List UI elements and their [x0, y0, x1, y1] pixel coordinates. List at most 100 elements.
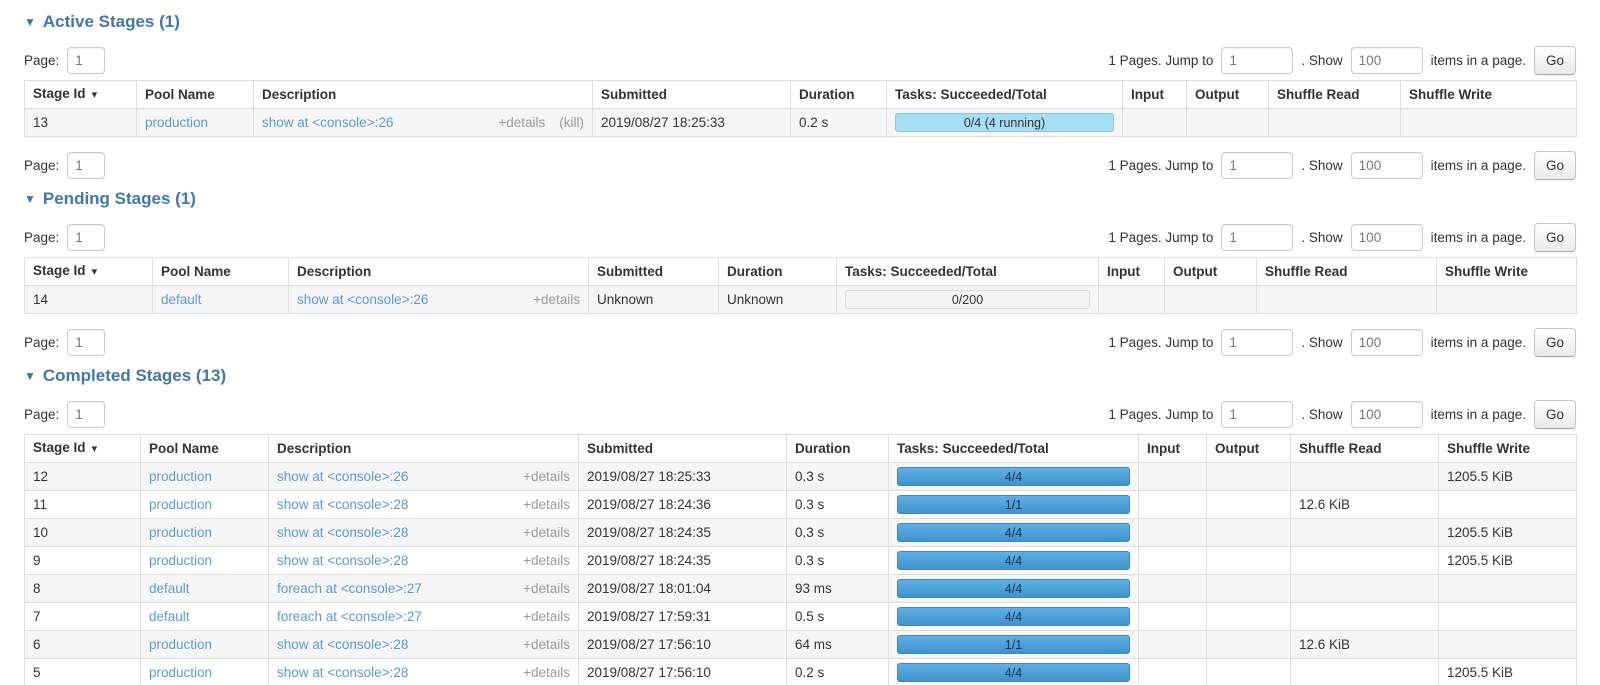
page-size-input[interactable] [1350, 328, 1423, 356]
col-header-tasks-succeeded-total[interactable]: Tasks: Succeeded/Total [886, 80, 1123, 109]
go-button[interactable]: Go [1533, 327, 1576, 357]
pool-cell: default [152, 285, 289, 314]
go-button[interactable]: Go [1533, 222, 1576, 252]
description-link[interactable]: show at <console>:26 [262, 114, 393, 131]
col-header-shuffle-read[interactable]: Shuffle Read [1290, 434, 1439, 463]
col-header-submitted[interactable]: Submitted [588, 257, 719, 286]
page-size-input[interactable] [1350, 223, 1423, 251]
col-header-input[interactable]: Input [1138, 434, 1207, 463]
description-link[interactable]: show at <console>:28 [277, 524, 408, 541]
page-number-input[interactable] [67, 400, 106, 428]
col-header-input[interactable]: Input [1098, 257, 1165, 286]
pool-link[interactable]: default [149, 609, 190, 624]
col-header-pool-name[interactable]: Pool Name [136, 80, 254, 109]
pool-link[interactable]: production [149, 525, 212, 540]
pending-stages-table: Stage Id ▾ Pool Name Description Submitted D… [24, 257, 1577, 314]
pool-link[interactable]: production [149, 469, 212, 484]
collapse-arrow-icon: ▼ [24, 192, 36, 206]
page-number-input[interactable] [67, 328, 106, 356]
jump-to-page-input[interactable] [1221, 223, 1294, 251]
description-link[interactable]: show at <console>:28 [277, 496, 408, 513]
pool-link[interactable]: default [161, 292, 202, 307]
jump-to-page-input[interactable] [1221, 151, 1294, 179]
col-header-shuffle-write[interactable]: Shuffle Write [1436, 257, 1577, 286]
page-number-input[interactable] [67, 151, 106, 179]
col-header-tasks-succeeded-total[interactable]: Tasks: Succeeded/Total [836, 257, 1099, 286]
jump-to-page-input[interactable] [1221, 46, 1294, 74]
description-link[interactable]: show at <console>:26 [277, 468, 408, 485]
details-toggle[interactable]: +details [523, 636, 570, 653]
col-header-description[interactable]: Description [268, 434, 579, 463]
go-button[interactable]: Go [1533, 150, 1576, 180]
description-link[interactable]: show at <console>:26 [297, 291, 428, 308]
col-header-submitted[interactable]: Submitted [592, 80, 791, 109]
pool-cell: production [140, 658, 269, 685]
pool-link[interactable]: production [149, 665, 212, 680]
pool-link[interactable]: production [145, 115, 208, 130]
col-header-pool-name[interactable]: Pool Name [140, 434, 269, 463]
details-toggle[interactable]: +details [523, 496, 570, 513]
tasks-cell: 4/4 [888, 574, 1139, 603]
description-link[interactable]: foreach at <console>:27 [277, 608, 422, 625]
output-cell [1206, 518, 1291, 547]
col-header-stage-id[interactable]: Stage Id ▾ [24, 434, 141, 463]
description-link[interactable]: show at <console>:28 [277, 636, 408, 653]
details-toggle[interactable]: +details [533, 291, 580, 308]
description-content: show at <console>:28 +details [277, 496, 570, 513]
col-header-input[interactable]: Input [1122, 80, 1187, 109]
col-header-duration[interactable]: Duration [786, 434, 889, 463]
col-header-output[interactable]: Output [1164, 257, 1257, 286]
shuffle-write-cell [1438, 574, 1577, 603]
details-toggle[interactable]: +details [523, 468, 570, 485]
details-toggle[interactable]: +details [498, 114, 545, 131]
completed-stages-table: Stage Id ▾ Pool Name Description Submitted D… [24, 434, 1577, 685]
col-header-shuffle-write[interactable]: Shuffle Write [1438, 434, 1577, 463]
page-size-input[interactable] [1350, 400, 1423, 428]
kill-link[interactable]: (kill) [559, 114, 584, 131]
pending-stages-header[interactable]: ▼ Pending Stages (1) [24, 189, 1576, 209]
col-header-stage-id[interactable]: Stage Id ▾ [24, 80, 137, 109]
page-size-input[interactable] [1350, 46, 1423, 74]
col-header-stage-id[interactable]: Stage Id ▾ [24, 257, 153, 286]
col-header-shuffle-read[interactable]: Shuffle Read [1256, 257, 1437, 286]
pool-link[interactable]: production [149, 497, 212, 512]
description-content: show at <console>:28 +details [277, 524, 570, 541]
tasks-cell: 0/4 (4 running) [886, 108, 1123, 137]
col-header-description[interactable]: Description [288, 257, 589, 286]
completed-stages-header[interactable]: ▼ Completed Stages (13) [24, 366, 1576, 386]
shuffle-read-cell: 12.6 KiB [1290, 490, 1439, 519]
page-number-input[interactable] [67, 223, 106, 251]
pagination-bar: Page: 1 Pages. Jump to . Show items in a… [24, 45, 1576, 75]
page-size-input[interactable] [1350, 151, 1423, 179]
go-button[interactable]: Go [1533, 399, 1576, 429]
active-stages-header[interactable]: ▼ Active Stages (1) [24, 12, 1576, 32]
tasks-progress-bar: 4/4 [897, 467, 1130, 486]
col-header-pool-name[interactable]: Pool Name [152, 257, 289, 286]
jump-to-page-input[interactable] [1221, 400, 1294, 428]
col-header-shuffle-write[interactable]: Shuffle Write [1400, 80, 1577, 109]
duration-cell: 0.5 s [786, 602, 889, 631]
col-header-tasks-succeeded-total[interactable]: Tasks: Succeeded/Total [888, 434, 1139, 463]
col-header-description[interactable]: Description [253, 80, 593, 109]
col-header-duration[interactable]: Duration [790, 80, 887, 109]
description-link[interactable]: show at <console>:28 [277, 664, 408, 681]
details-toggle[interactable]: +details [523, 664, 570, 681]
details-toggle[interactable]: +details [523, 524, 570, 541]
go-button[interactable]: Go [1533, 45, 1576, 75]
col-header-output[interactable]: Output [1206, 434, 1291, 463]
pool-link[interactable]: production [149, 637, 212, 652]
col-header-output[interactable]: Output [1186, 80, 1269, 109]
page-number-input[interactable] [67, 46, 106, 74]
jump-to-page-input[interactable] [1221, 328, 1294, 356]
details-toggle[interactable]: +details [523, 552, 570, 569]
description-link[interactable]: foreach at <console>:27 [277, 580, 422, 597]
details-toggle[interactable]: +details [523, 580, 570, 597]
col-header-submitted[interactable]: Submitted [578, 434, 787, 463]
shuffle-write-cell: 1205.5 KiB [1438, 658, 1577, 685]
description-link[interactable]: show at <console>:28 [277, 552, 408, 569]
pool-link[interactable]: production [149, 553, 212, 568]
details-toggle[interactable]: +details [523, 608, 570, 625]
col-header-shuffle-read[interactable]: Shuffle Read [1268, 80, 1401, 109]
pool-link[interactable]: default [149, 581, 190, 596]
col-header-duration[interactable]: Duration [718, 257, 837, 286]
